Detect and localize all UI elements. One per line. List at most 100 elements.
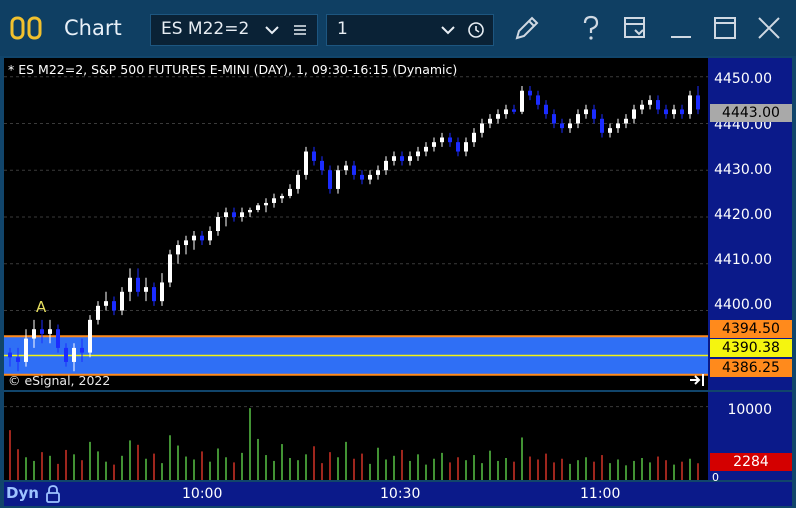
band-lower-tag: 4386.25 <box>710 359 792 377</box>
price-chart-svg <box>4 76 708 376</box>
maximize-icon[interactable] <box>708 12 742 44</box>
candle-body <box>640 104 644 110</box>
candle-body <box>504 109 508 115</box>
candle-body <box>264 202 268 206</box>
candle-body <box>464 142 468 152</box>
candle-body <box>80 347 84 353</box>
candle-body <box>216 216 220 232</box>
candle-body <box>40 329 44 334</box>
candle-body <box>48 329 52 334</box>
candle-body <box>592 109 596 119</box>
time-tick: 10:30 <box>380 486 421 502</box>
interval-value: 1 <box>337 19 348 39</box>
candle-body <box>528 90 532 96</box>
candle-body <box>648 100 652 105</box>
symbol-selector[interactable]: ES M22=2 <box>150 14 318 46</box>
title-bar: Chart ES M22=2 1 <box>0 0 796 56</box>
candle-body <box>552 114 556 124</box>
lock-icon[interactable] <box>44 484 62 508</box>
candle-body <box>280 195 284 199</box>
candle-body <box>632 109 636 119</box>
time-axis[interactable]: Dyn 10:00 10:30 11:00 <box>4 482 792 506</box>
clock-icon[interactable] <box>467 21 485 43</box>
annotation-marker[interactable]: A <box>36 298 46 316</box>
window-menu-icon[interactable] <box>618 12 652 44</box>
symbol-value: ES M22=2 <box>161 19 250 39</box>
candle-body <box>480 123 484 133</box>
candle-body <box>144 287 148 292</box>
candle-body <box>136 277 140 292</box>
candle-body <box>232 212 236 217</box>
candle-body <box>496 114 500 119</box>
candle-body <box>472 132 476 143</box>
candle-body <box>56 329 60 348</box>
dynamic-mode-label[interactable]: Dyn <box>6 484 39 502</box>
candle-body <box>352 165 356 175</box>
candle-body <box>576 114 580 124</box>
candle-body <box>256 205 260 210</box>
close-icon[interactable] <box>752 12 786 44</box>
band-upper-tag: 4394.50 <box>710 320 792 338</box>
candle-body <box>368 174 372 180</box>
price-tick: 4430.00 <box>714 162 772 178</box>
candle-body <box>16 357 20 362</box>
candle-body <box>360 174 364 180</box>
candle-body <box>184 240 188 246</box>
interval-selector[interactable]: 1 <box>326 14 494 46</box>
candle-body <box>584 109 588 115</box>
candle-body <box>512 109 516 112</box>
candle-body <box>112 301 116 311</box>
chevron-down-icon[interactable] <box>439 21 457 43</box>
pencil-icon[interactable] <box>510 12 544 44</box>
volume-axis[interactable]: 10000 2284 0 <box>708 392 792 484</box>
candle-body <box>176 245 180 255</box>
chart-header: * ES M22=2, S&P 500 FUTURES E-MINI (DAY)… <box>8 62 458 77</box>
candle-body <box>296 174 300 189</box>
price-tick: 4410.00 <box>714 252 772 268</box>
volume-chart[interactable] <box>4 392 708 480</box>
candle-body <box>656 100 660 110</box>
candle-body <box>344 165 348 171</box>
candle-body <box>8 352 12 358</box>
price-chart[interactable]: * ES M22=2, S&P 500 FUTURES E-MINI (DAY)… <box>4 58 708 390</box>
chart-window: Chart ES M22=2 1 * ES M22=2, S&P 500 FUT… <box>0 0 796 508</box>
volume-chart-svg <box>4 406 708 480</box>
candle-body <box>416 151 420 157</box>
candle-body <box>544 104 548 115</box>
price-axis[interactable]: 4450.00 4440.00 4430.00 4420.00 4410.00 … <box>708 58 792 390</box>
menu-icon[interactable] <box>291 21 309 43</box>
candle-body <box>688 95 692 115</box>
volume-last-tag: 2284 <box>710 453 792 471</box>
candle-body <box>408 156 412 161</box>
minimize-icon[interactable] <box>664 12 698 44</box>
volume-tick: 10000 <box>727 402 772 418</box>
candle-body <box>248 209 252 213</box>
candle-body <box>224 212 228 217</box>
price-tick: 4420.00 <box>714 207 772 223</box>
candle-body <box>456 142 460 152</box>
candle-body <box>392 156 396 161</box>
candle-body <box>304 151 308 175</box>
candle-body <box>624 118 628 124</box>
candle-body <box>152 287 156 302</box>
candle-body <box>240 212 244 217</box>
candle-body <box>96 305 100 320</box>
candle-body <box>120 291 124 311</box>
chevron-down-icon[interactable] <box>263 21 281 43</box>
candle-body <box>312 151 316 161</box>
candle-body <box>520 90 524 112</box>
candle-body <box>440 137 444 143</box>
scroll-to-end-icon[interactable] <box>688 372 706 390</box>
candle-body <box>288 188 292 196</box>
candle-body <box>696 95 700 110</box>
candle-body <box>168 254 172 283</box>
candle-body <box>560 123 564 129</box>
last-price-tag: 4443.00 <box>710 104 792 122</box>
time-tick: 11:00 <box>580 486 621 502</box>
price-tick: 4450.00 <box>714 71 772 87</box>
candle-body <box>200 235 204 241</box>
candle-body <box>320 160 324 171</box>
price-tick: 4400.00 <box>714 297 772 313</box>
candle-body <box>672 109 676 115</box>
help-icon[interactable] <box>574 12 608 44</box>
